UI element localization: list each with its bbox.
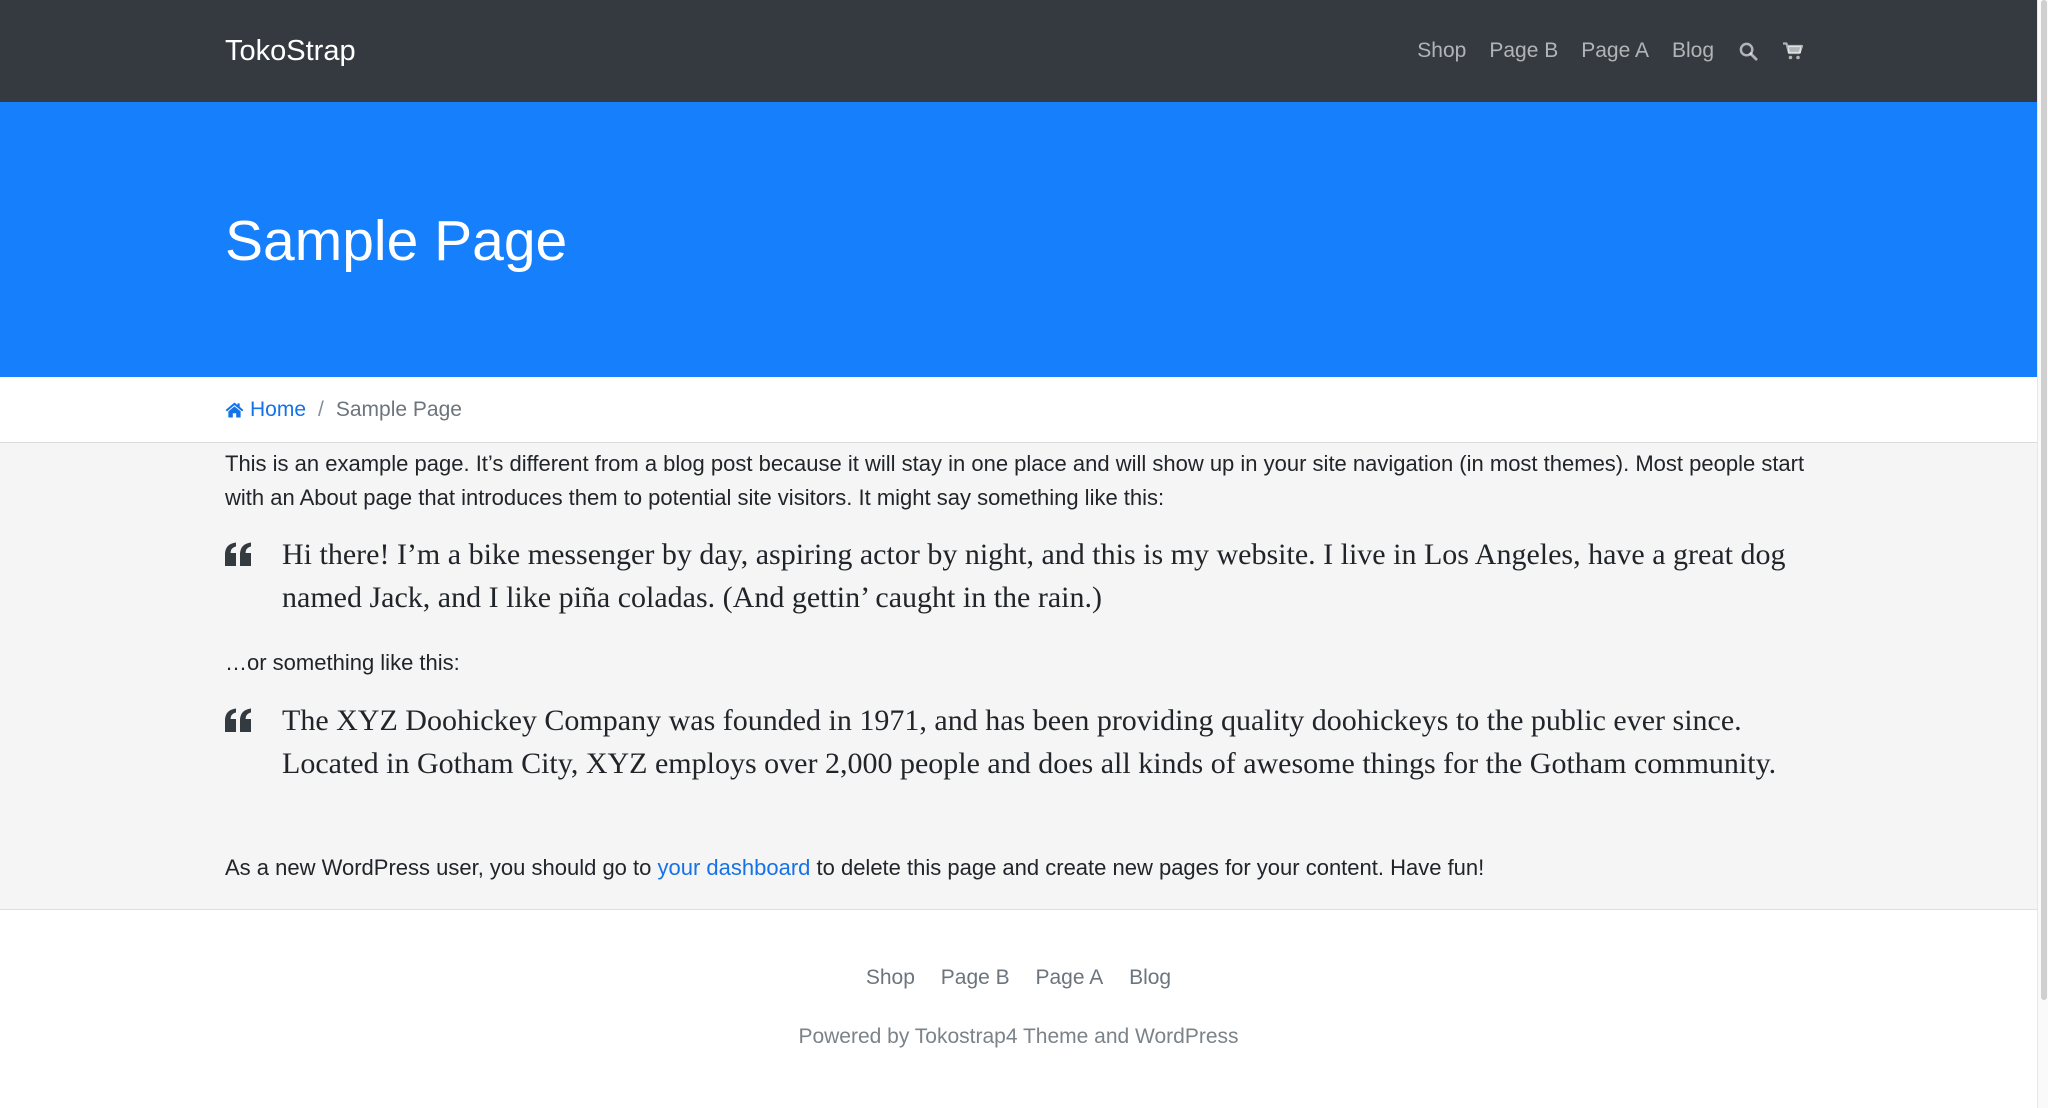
blockquote-text: The XYZ Doohickey Company was founded in…: [282, 704, 1777, 780]
page-title: Sample Page: [225, 209, 568, 273]
blockquote-xyz-company: The XYZ Doohickey Company was founded in…: [225, 699, 1815, 785]
outro-paragraph: As a new WordPress user, you should go t…: [225, 851, 1484, 885]
intro-paragraph: This is an example page. It’s different …: [225, 451, 1805, 510]
outro-text-after: to delete this page and create new pages…: [810, 855, 1485, 880]
breadcrumb-current: Sample Page: [335, 398, 462, 421]
footer-nav: Shop Page B Page A Blog: [0, 965, 2037, 991]
breadcrumb-separator: /: [318, 398, 324, 421]
footer-link-shop[interactable]: Shop: [866, 966, 915, 989]
footer-link-blog[interactable]: Blog: [1129, 966, 1171, 989]
footer-credit: Powered by Tokostrap4 Theme and WordPres…: [798, 1025, 1239, 1048]
nav-link-blog[interactable]: Blog: [1672, 33, 1714, 69]
outro-text-before: As a new WordPress user, you should go t…: [225, 855, 658, 880]
footer-link-page-a[interactable]: Page A: [1036, 966, 1104, 989]
nav-link-shop[interactable]: Shop: [1417, 33, 1466, 69]
cart-icon[interactable]: [1782, 40, 1804, 62]
main-content: This is an example page. It’s different …: [0, 443, 2037, 910]
site-brand[interactable]: TokoStrap: [225, 33, 356, 69]
blockquote-bike-messenger: Hi there! I’m a bike messenger by day, a…: [225, 533, 1815, 619]
top-navbar: TokoStrap Shop Page B Page A Blog: [0, 0, 2037, 102]
breadcrumb-bar: Home / Sample Page: [0, 377, 2037, 443]
page-scrollbar[interactable]: [2037, 0, 2048, 1108]
or-paragraph: …or something like this:: [225, 650, 460, 675]
breadcrumb-home-link[interactable]: Home: [225, 397, 306, 423]
scrollbar-thumb[interactable]: [2041, 0, 2047, 1000]
dashboard-link[interactable]: your dashboard: [658, 855, 811, 880]
search-icon[interactable]: [1737, 40, 1759, 62]
nav-link-page-b[interactable]: Page B: [1489, 33, 1558, 69]
quote-icon: [225, 699, 282, 785]
quote-icon: [225, 533, 282, 619]
footer-link-page-b[interactable]: Page B: [941, 966, 1010, 989]
page: TokoStrap Shop Page B Page A Blog Sample…: [0, 0, 2048, 1108]
page-header-banner: Sample Page: [0, 102, 2037, 377]
home-icon: [225, 402, 244, 418]
breadcrumb: Home / Sample Page: [225, 397, 462, 423]
nav-menu: Shop Page B Page A Blog: [1394, 33, 1804, 69]
nav-link-page-a[interactable]: Page A: [1581, 33, 1649, 69]
blockquote-text: Hi there! I’m a bike messenger by day, a…: [282, 538, 1786, 614]
breadcrumb-home-label: Home: [250, 398, 307, 421]
